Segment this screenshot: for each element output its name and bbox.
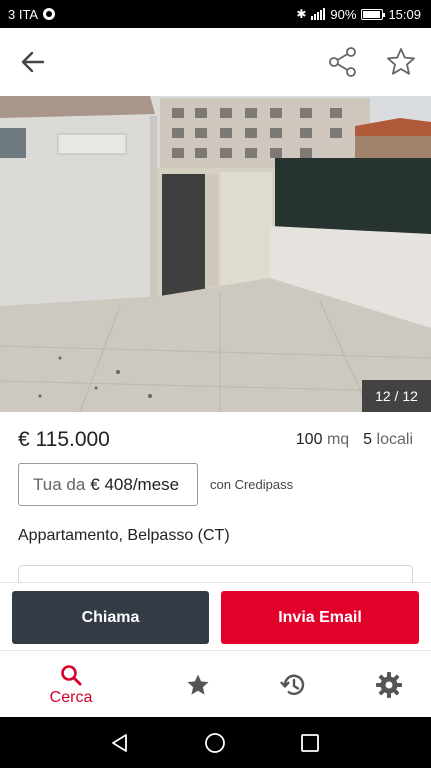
arrow-left-icon bbox=[21, 51, 45, 73]
photo-image bbox=[0, 96, 431, 412]
battery-icon bbox=[361, 8, 386, 20]
surface-stat: 100 mq bbox=[296, 431, 349, 449]
listing-title: Appartamento, Belpasso (CT) bbox=[18, 527, 230, 544]
favorite-button[interactable] bbox=[383, 44, 419, 80]
share-icon bbox=[329, 47, 356, 77]
search-icon bbox=[61, 664, 82, 685]
system-home-button[interactable] bbox=[202, 730, 228, 756]
battery-percent: 90% bbox=[330, 6, 357, 22]
email-button[interactable]: Invia Email bbox=[221, 591, 419, 644]
bottom-nav: Cerca bbox=[0, 650, 431, 717]
rooms-value: 5 bbox=[363, 431, 373, 448]
clock: 15:09 bbox=[388, 6, 421, 22]
share-button[interactable] bbox=[325, 44, 361, 80]
listing-stats: 100 mq 5 locali bbox=[296, 431, 413, 449]
contact-bar: Chiama Invia Email bbox=[0, 582, 431, 650]
listing-photo[interactable]: 12 / 12 bbox=[0, 96, 431, 412]
surface-unit: mq bbox=[326, 431, 350, 448]
mortgage-amount: € 408/mese bbox=[90, 474, 180, 494]
system-nav-bar bbox=[0, 717, 431, 768]
call-button[interactable]: Chiama bbox=[12, 591, 209, 644]
system-recents-button[interactable] bbox=[297, 730, 323, 756]
mortgage-note: con Credipass bbox=[210, 477, 294, 492]
nav-settings[interactable] bbox=[367, 651, 411, 718]
mortgage-prefix: Tua da bbox=[33, 474, 86, 494]
nav-search[interactable]: Cerca bbox=[38, 651, 104, 718]
gear-icon bbox=[376, 671, 402, 698]
rooms-stat: 5 locali bbox=[363, 431, 413, 449]
listing-price: € 115.000 bbox=[18, 428, 110, 451]
surface-value: 100 bbox=[295, 431, 323, 448]
nav-history[interactable] bbox=[271, 651, 315, 718]
carrier-icon bbox=[43, 8, 56, 20]
back-button[interactable] bbox=[15, 44, 51, 80]
signal-icon bbox=[311, 8, 326, 20]
nav-search-label: Cerca bbox=[49, 688, 93, 706]
status-bar: 3 ITA ✱ 90% 15:09 bbox=[0, 0, 431, 28]
bluetooth-icon: ✱ bbox=[296, 7, 307, 21]
photo-counter: 12 / 12 bbox=[362, 380, 431, 412]
star-outline-icon bbox=[387, 48, 415, 75]
square-recents-icon bbox=[301, 734, 319, 752]
carrier-label: 3 ITA bbox=[8, 6, 39, 22]
circle-home-icon bbox=[205, 733, 225, 753]
nav-saved[interactable] bbox=[176, 651, 220, 718]
rooms-unit: locali bbox=[376, 431, 413, 448]
mortgage-estimate-button[interactable]: Tua da € 408/mese bbox=[18, 463, 198, 506]
history-icon bbox=[280, 674, 305, 695]
star-icon bbox=[187, 673, 209, 695]
system-back-button[interactable] bbox=[107, 730, 133, 756]
triangle-back-icon bbox=[112, 734, 127, 752]
app-bar bbox=[0, 28, 431, 96]
